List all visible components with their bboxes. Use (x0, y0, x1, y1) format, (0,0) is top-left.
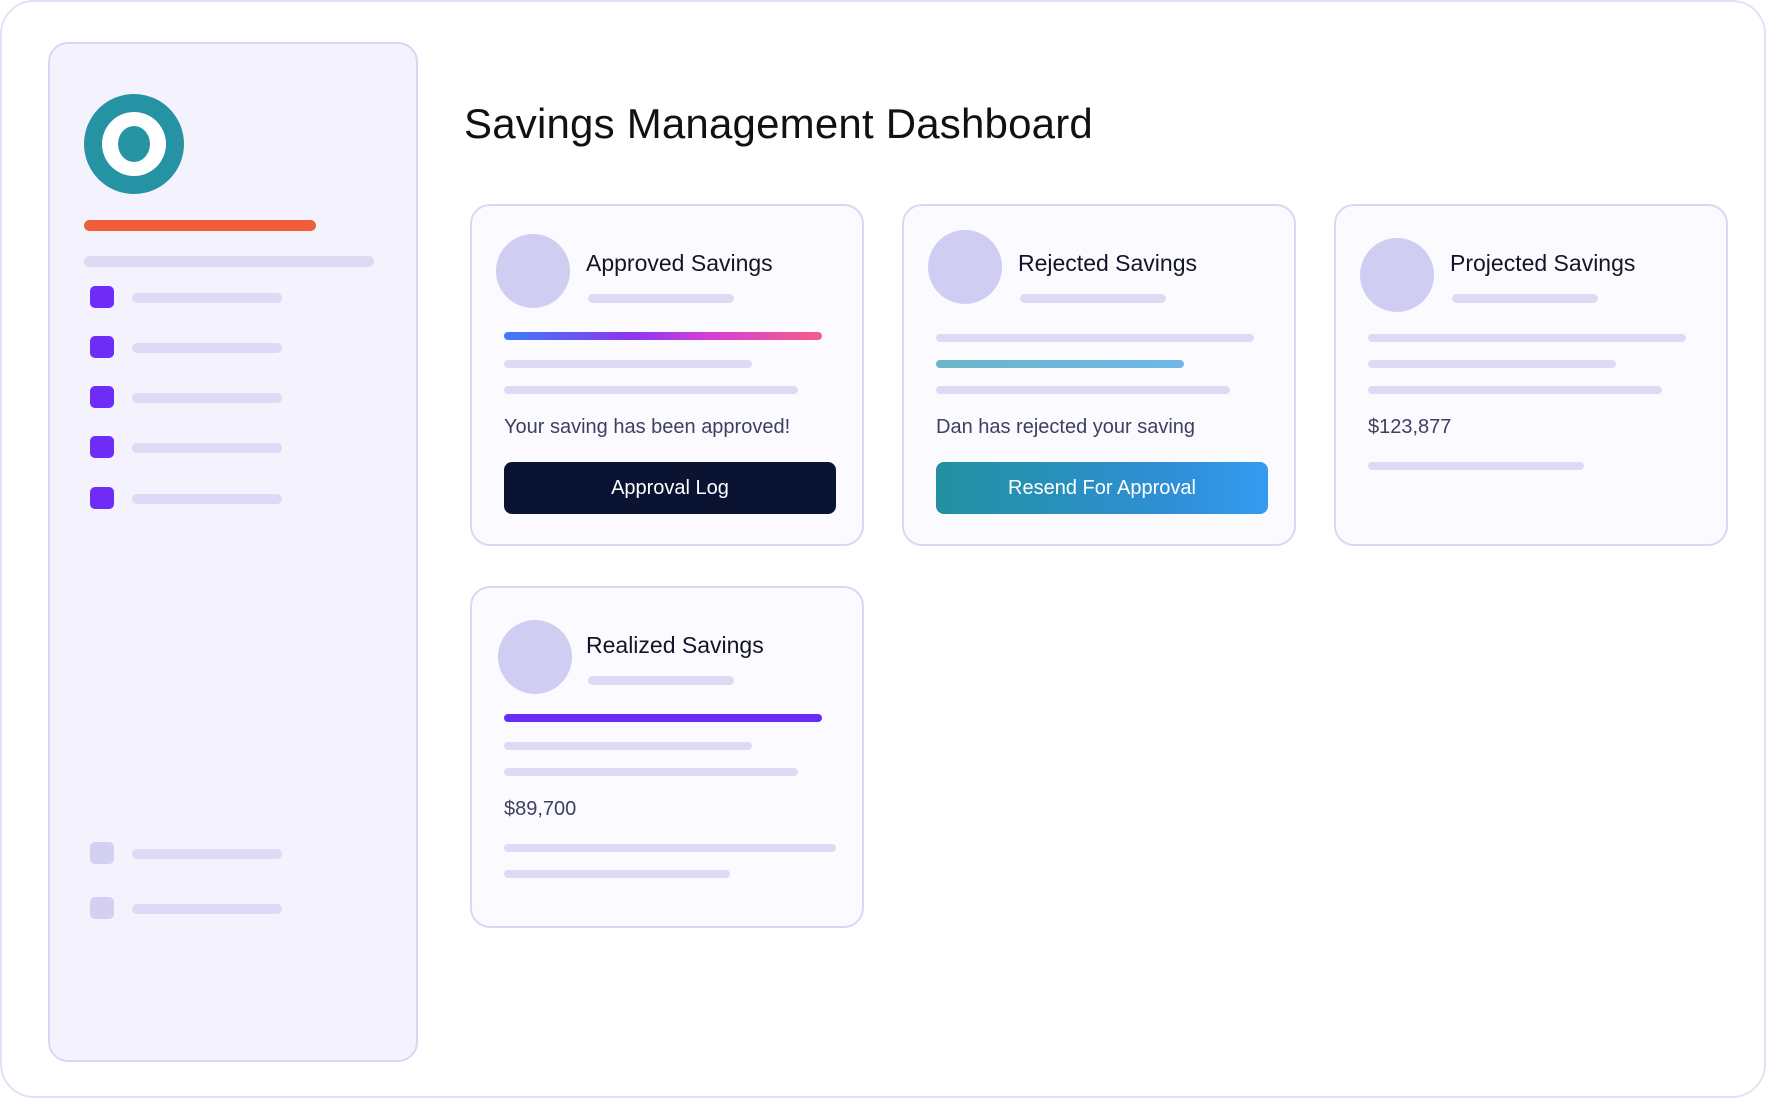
sidebar-item-1[interactable] (90, 284, 310, 310)
progress-bar (936, 360, 1184, 368)
sidebar-item-label-placeholder (132, 904, 282, 914)
brand-name-placeholder (84, 220, 316, 231)
projected-savings-card: Projected Savings $123,877 (1334, 204, 1728, 546)
nav-square-icon (90, 386, 114, 408)
text-placeholder (1368, 360, 1616, 368)
nav-square-icon (90, 436, 114, 458)
text-placeholder (504, 742, 752, 750)
savings-amount: $89,700 (504, 798, 577, 820)
card-title: Projected Savings (1450, 250, 1636, 276)
card-title: Approved Savings (586, 250, 773, 276)
card-subtitle-placeholder (1452, 294, 1598, 303)
sidebar-bottom-item-1[interactable] (90, 840, 310, 866)
page-title: Savings Management Dashboard (464, 100, 1093, 147)
nav-square-icon (90, 286, 114, 308)
text-placeholder (1368, 334, 1686, 342)
avatar (498, 620, 572, 694)
nav-square-icon (90, 842, 114, 864)
sidebar-item-4[interactable] (90, 434, 310, 460)
brand-subtitle-placeholder (84, 256, 374, 267)
sidebar-item-label-placeholder (132, 443, 282, 453)
text-placeholder (504, 386, 798, 394)
text-placeholder (504, 768, 798, 776)
sidebar-item-label-placeholder (132, 293, 282, 303)
card-title: Realized Savings (586, 632, 764, 658)
progress-bar (504, 332, 822, 340)
card-subtitle-placeholder (588, 676, 734, 685)
text-placeholder (504, 844, 836, 852)
text-placeholder (936, 386, 1230, 394)
avatar (1360, 238, 1434, 312)
sidebar (48, 42, 418, 1062)
sidebar-bottom-item-2[interactable] (90, 895, 310, 921)
nav-square-icon (90, 897, 114, 919)
card-subtitle-placeholder (1020, 294, 1166, 303)
ring-logo-icon[interactable] (84, 94, 184, 194)
nav-square-icon (90, 487, 114, 509)
resend-for-approval-button[interactable]: Resend For Approval (936, 462, 1268, 514)
sidebar-item-3[interactable] (90, 384, 310, 410)
savings-amount: $123,877 (1368, 416, 1452, 438)
approval-log-button[interactable]: Approval Log (504, 462, 836, 514)
sidebar-item-label-placeholder (132, 343, 282, 353)
progress-bar (504, 714, 822, 722)
text-placeholder (504, 870, 730, 878)
text-placeholder (1368, 386, 1662, 394)
sidebar-item-5[interactable] (90, 485, 310, 511)
text-placeholder (1368, 462, 1584, 470)
status-message: Dan has rejected your saving (936, 416, 1196, 438)
sidebar-item-2[interactable] (90, 334, 310, 360)
status-message: Your saving has been approved! (504, 416, 791, 438)
avatar (928, 230, 1002, 304)
realized-savings-card: Realized Savings $89,700 (470, 586, 864, 928)
sidebar-item-label-placeholder (132, 849, 282, 859)
nav-square-icon (90, 336, 114, 358)
approved-savings-card: Approved Savings Your saving has been ap… (470, 204, 864, 546)
card-title: Rejected Savings (1018, 250, 1197, 276)
avatar (496, 234, 570, 308)
text-placeholder (936, 334, 1254, 342)
text-placeholder (504, 360, 752, 368)
sidebar-item-label-placeholder (132, 494, 282, 504)
card-subtitle-placeholder (588, 294, 734, 303)
sidebar-item-label-placeholder (132, 393, 282, 403)
rejected-savings-card: Rejected Savings Dan has rejected your s… (902, 204, 1296, 546)
app-frame: Savings Management Dashboard Approved Sa… (0, 0, 1766, 1098)
